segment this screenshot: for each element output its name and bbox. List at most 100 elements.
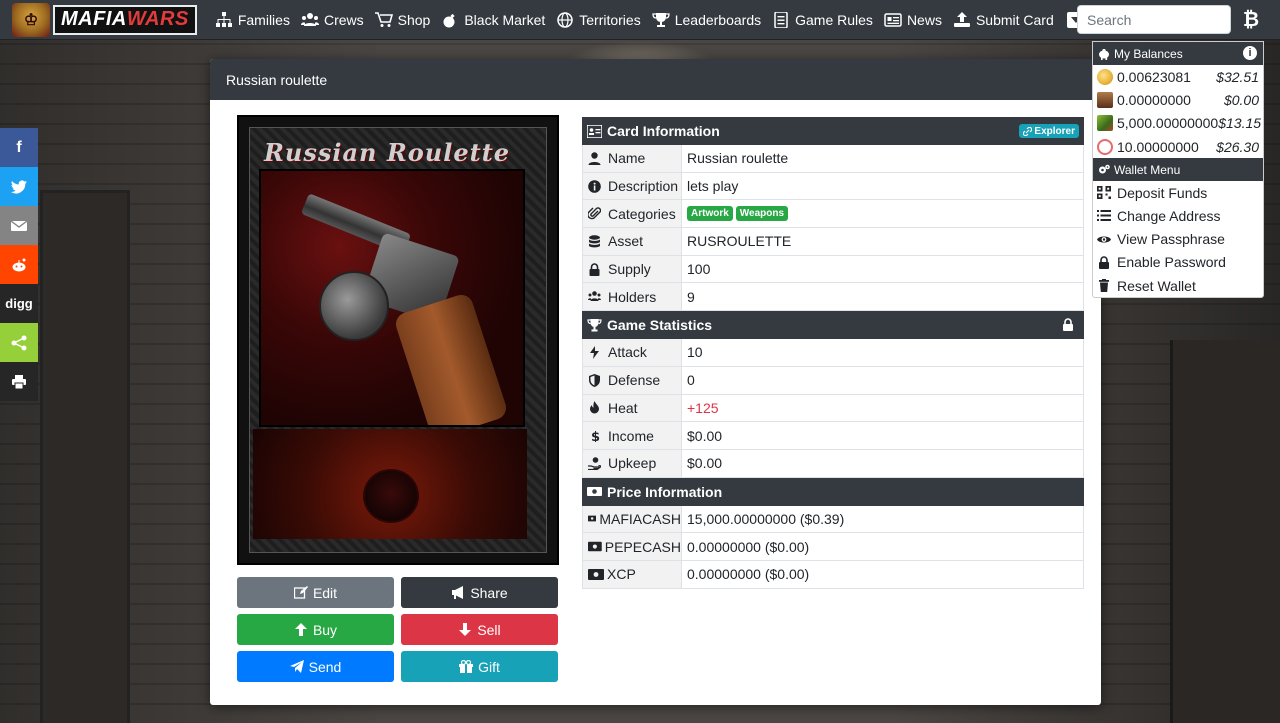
gift-button[interactable]: Gift [401,651,558,682]
nav-item-families[interactable]: Families [215,11,290,28]
nav-item-news[interactable]: News [884,12,942,28]
nav-item-submit-card[interactable]: Submit Card [953,11,1054,28]
row-label-name: Name [583,145,682,172]
wallet-menu-heading: Wallet Menu [1093,158,1263,182]
nav-label-crews: Crews [323,11,364,28]
buy-button[interactable]: Buy [237,614,394,645]
twitter-share-button[interactable] [0,167,38,206]
nav-item-crews[interactable]: Crews [300,11,364,28]
my-balances-heading: My Balances i [1093,42,1263,65]
nav-item-leaderboards[interactable]: Leaderboards [652,12,761,28]
buy-label: Buy [312,621,338,638]
row-label-holders: Holders [583,283,682,311]
modal-header: Russian roulette [210,59,1101,100]
edit-label: Edit [312,584,338,601]
category-tag-artwork[interactable]: Artwork [687,206,733,222]
label-xcp: XCP [607,566,636,583]
digg-icon: digg [5,296,33,311]
stat-row-defense: Defense 0 [582,366,1084,395]
balance-amount: 0.00000000 [1117,91,1191,108]
price-information-heading: Price Information [582,477,1084,506]
wallet-menu-reset-wallet[interactable]: Reset Wallet [1093,274,1263,297]
nav-label-leaderboards: Leaderboards [674,11,762,28]
bullhorn-icon [452,586,464,599]
search-input[interactable] [1077,5,1231,34]
value-mafiacash: 15,000.00000000 ($0.39) [687,510,845,527]
stat-row-heat: Heat +125 [582,394,1084,423]
value-attack: 10 [687,344,703,361]
users-icon [588,291,601,302]
sharethis-share-button[interactable] [0,323,38,362]
label-pepecash: PEPECASH [604,538,681,555]
bomb-icon [441,12,459,28]
card-title-art: Russian Roulette [263,137,511,167]
balance-row[interactable]: 0.00623081 $32.51 [1093,65,1263,88]
wallet-bitcoin-icon[interactable]: ₿ [1238,7,1264,33]
category-tag-weapons[interactable]: Weapons [735,206,789,222]
id-card-icon [587,124,602,138]
lock-icon [1099,256,1109,269]
info-icon[interactable]: i [1243,46,1257,60]
game-statistics-title: Game Statistics [607,317,713,334]
row-label-heat: Heat [583,394,682,422]
row-label-categories: Categories [583,200,682,228]
balance-row[interactable]: 10.00000000 $26.30 [1093,135,1263,158]
share-label: Share [470,584,508,601]
reset-wallet-label: Reset Wallet [1117,277,1196,294]
wallet-menu-deposit-funds[interactable]: Deposit Funds [1093,181,1263,204]
view-passphrase-label: View Passphrase [1117,231,1225,248]
row-label-income: $ Income [583,422,682,449]
money-bill-icon [588,568,604,580]
money-bill-icon [587,487,602,497]
nav-item-black-market[interactable]: Black Market [441,12,545,28]
nav-item-territories[interactable]: Territories [556,12,641,28]
row-label-pepecash: PEPECASH [583,533,682,560]
twitter-icon [11,179,27,193]
bolt-icon [590,345,599,359]
balance-row[interactable]: 5,000.00000000 $13.15 [1093,112,1263,135]
edit-icon [293,586,308,599]
newspaper-icon [884,12,902,28]
wallet-menu-enable-password[interactable]: Enable Password [1093,251,1263,274]
label-attack: Attack [608,344,647,361]
balance-row[interactable]: 0.00000000 $0.00 [1093,88,1263,111]
digg-share-button[interactable]: digg [0,284,38,323]
value-income: $0.00 [687,427,723,444]
explorer-link[interactable]: Explorer [1019,124,1079,138]
facebook-share-button[interactable]: f [0,128,38,167]
info-row-description: Description lets play [582,172,1084,201]
sell-label: Sell [477,621,501,638]
row-label-defense: Defense [583,366,682,394]
label-asset: Asset [608,233,644,250]
email-share-button[interactable] [0,206,38,245]
label-heat: Heat [608,399,638,416]
gun-grip [392,291,510,425]
label-holders: Holders [608,288,657,305]
row-label-description: Description [583,172,682,200]
price-row-xcp: XCP 0.00000000 ($0.00) [582,560,1084,589]
card-information-heading: Card Information Explorer [582,117,1084,145]
send-button[interactable]: Send [237,651,394,682]
info-row-name: Name Russian roulette [582,145,1084,173]
list-icon [1097,210,1111,222]
brand-wordmark: MAFIA WARS [53,4,197,35]
print-button[interactable] [0,362,38,401]
balance-usd: $13.15 [1218,115,1262,132]
brand-logo[interactable]: ♔ MAFIA WARS [12,0,197,40]
sell-button[interactable]: Sell [401,614,558,645]
value-defense: 0 [687,372,695,389]
change-address-label: Change Address [1117,207,1221,224]
share-button[interactable]: Share [401,577,558,608]
wallet-menu-change-address[interactable]: Change Address [1093,204,1263,227]
reddit-share-button[interactable] [0,245,38,284]
edit-button[interactable]: Edit [237,577,394,608]
wallet-menu-view-passphrase[interactable]: View Passphrase [1093,228,1263,251]
envelope-icon [11,219,27,231]
gift-label: Gift [478,658,500,675]
nav-item-shop[interactable]: Shop [374,12,430,28]
reddit-icon [12,258,26,271]
nav-item-game-rules[interactable]: Game Rules [772,11,873,28]
label-upkeep: Upkeep [608,455,657,472]
label-mafiacash: MAFIACASH [599,510,681,527]
my-balances-title: My Balances [1114,46,1183,61]
